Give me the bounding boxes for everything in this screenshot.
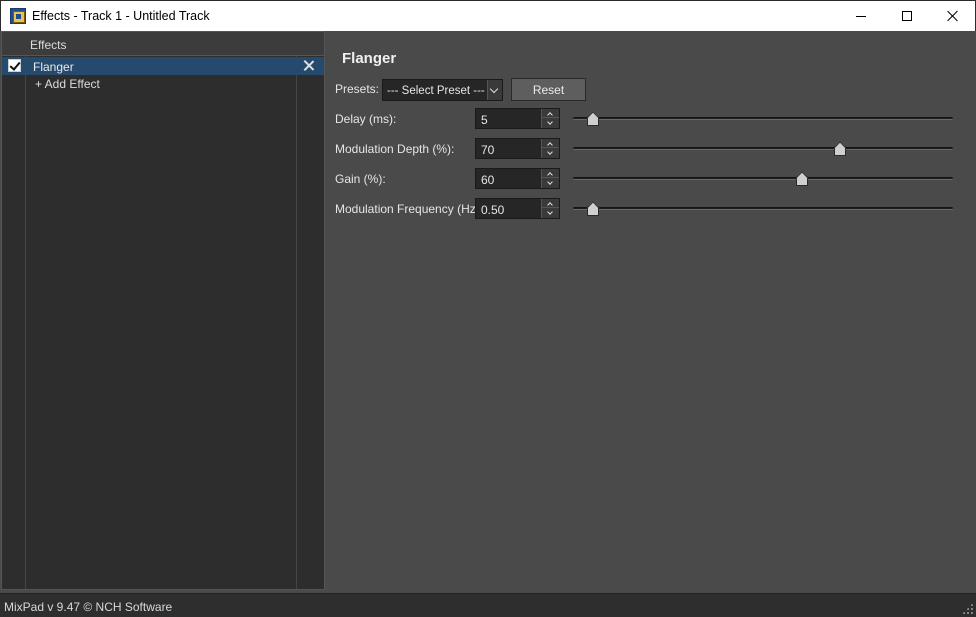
modulation-frequency-value[interactable]: 0.50 (481, 203, 504, 217)
maximize-button[interactable] (884, 1, 930, 31)
modulation-depth-slider[interactable] (573, 143, 953, 157)
slider-track[interactable] (573, 117, 953, 120)
stepper-buttons (541, 139, 559, 158)
status-bar: MixPad v 9.47 © NCH Software (0, 593, 976, 617)
decrement-icon[interactable] (542, 179, 559, 188)
reset-button[interactable]: Reset (511, 78, 586, 101)
remove-effect-icon[interactable] (301, 58, 317, 74)
add-effect-link[interactable]: + Add Effect (35, 77, 100, 91)
close-icon (947, 10, 959, 22)
window-title: Effects - Track 1 - Untitled Track (32, 9, 210, 23)
slider-thumb[interactable] (587, 113, 599, 126)
chevron-down-icon[interactable] (487, 80, 502, 100)
resize-grip-icon[interactable] (962, 603, 973, 614)
stepper-buttons (541, 199, 559, 218)
delay-value[interactable]: 5 (481, 113, 488, 127)
param-label-modulation-frequency: Modulation Frequency (Hz): (335, 202, 484, 216)
decrement-icon[interactable] (542, 209, 559, 218)
param-label-gain: Gain (%): (335, 172, 386, 186)
app-icon[interactable] (10, 8, 26, 24)
preset-select-value: --- Select Preset --- (387, 85, 485, 97)
check-column (2, 32, 26, 589)
decrement-icon[interactable] (542, 119, 559, 128)
delay-slider[interactable] (573, 113, 953, 127)
slider-track[interactable] (573, 147, 953, 150)
stepper-buttons (541, 109, 559, 128)
param-label-delay: Delay (ms): (335, 112, 397, 126)
increment-icon[interactable] (542, 199, 559, 208)
slider-thumb[interactable] (587, 203, 599, 216)
slider-thumb[interactable] (834, 143, 846, 156)
modulation-depth-value[interactable]: 70 (481, 143, 494, 157)
preset-select[interactable]: --- Select Preset --- (382, 79, 503, 101)
gain-stepper[interactable]: 60 (475, 168, 560, 189)
slider-track[interactable] (573, 177, 953, 180)
effect-row-label[interactable]: Flanger (33, 60, 74, 74)
delay-stepper[interactable]: 5 (475, 108, 560, 129)
increment-icon[interactable] (542, 109, 559, 118)
close-button[interactable] (930, 1, 976, 31)
gain-value[interactable]: 60 (481, 173, 494, 187)
increment-icon[interactable] (542, 169, 559, 178)
slider-thumb[interactable] (796, 173, 808, 186)
minimize-button[interactable] (838, 1, 884, 31)
maximize-icon (902, 11, 912, 21)
gain-slider[interactable] (573, 173, 953, 187)
slider-track[interactable] (573, 207, 953, 210)
status-text: MixPad v 9.47 © NCH Software (4, 600, 173, 614)
stepper-buttons (541, 169, 559, 188)
decrement-icon[interactable] (542, 149, 559, 158)
delete-column (296, 32, 324, 589)
effects-list-header: Effects (2, 32, 324, 56)
effect-title: Flanger (342, 50, 397, 67)
effect-enabled-checkbox[interactable] (8, 59, 21, 72)
increment-icon[interactable] (542, 139, 559, 148)
modulation-depth-stepper[interactable]: 70 (475, 138, 560, 159)
modulation-frequency-slider[interactable] (573, 203, 953, 217)
presets-label: Presets: (335, 82, 380, 96)
effect-row-flanger[interactable]: Flanger (2, 57, 324, 75)
effects-list-panel: Effects Flanger + Add Effect (1, 31, 325, 590)
param-label-modulation-depth: Modulation Depth (%): (335, 142, 455, 156)
title-bar: Effects - Track 1 - Untitled Track (0, 0, 976, 31)
minimize-icon (856, 15, 866, 17)
modulation-frequency-stepper[interactable]: 0.50 (475, 198, 560, 219)
effects-header-label: Effects (30, 38, 67, 52)
